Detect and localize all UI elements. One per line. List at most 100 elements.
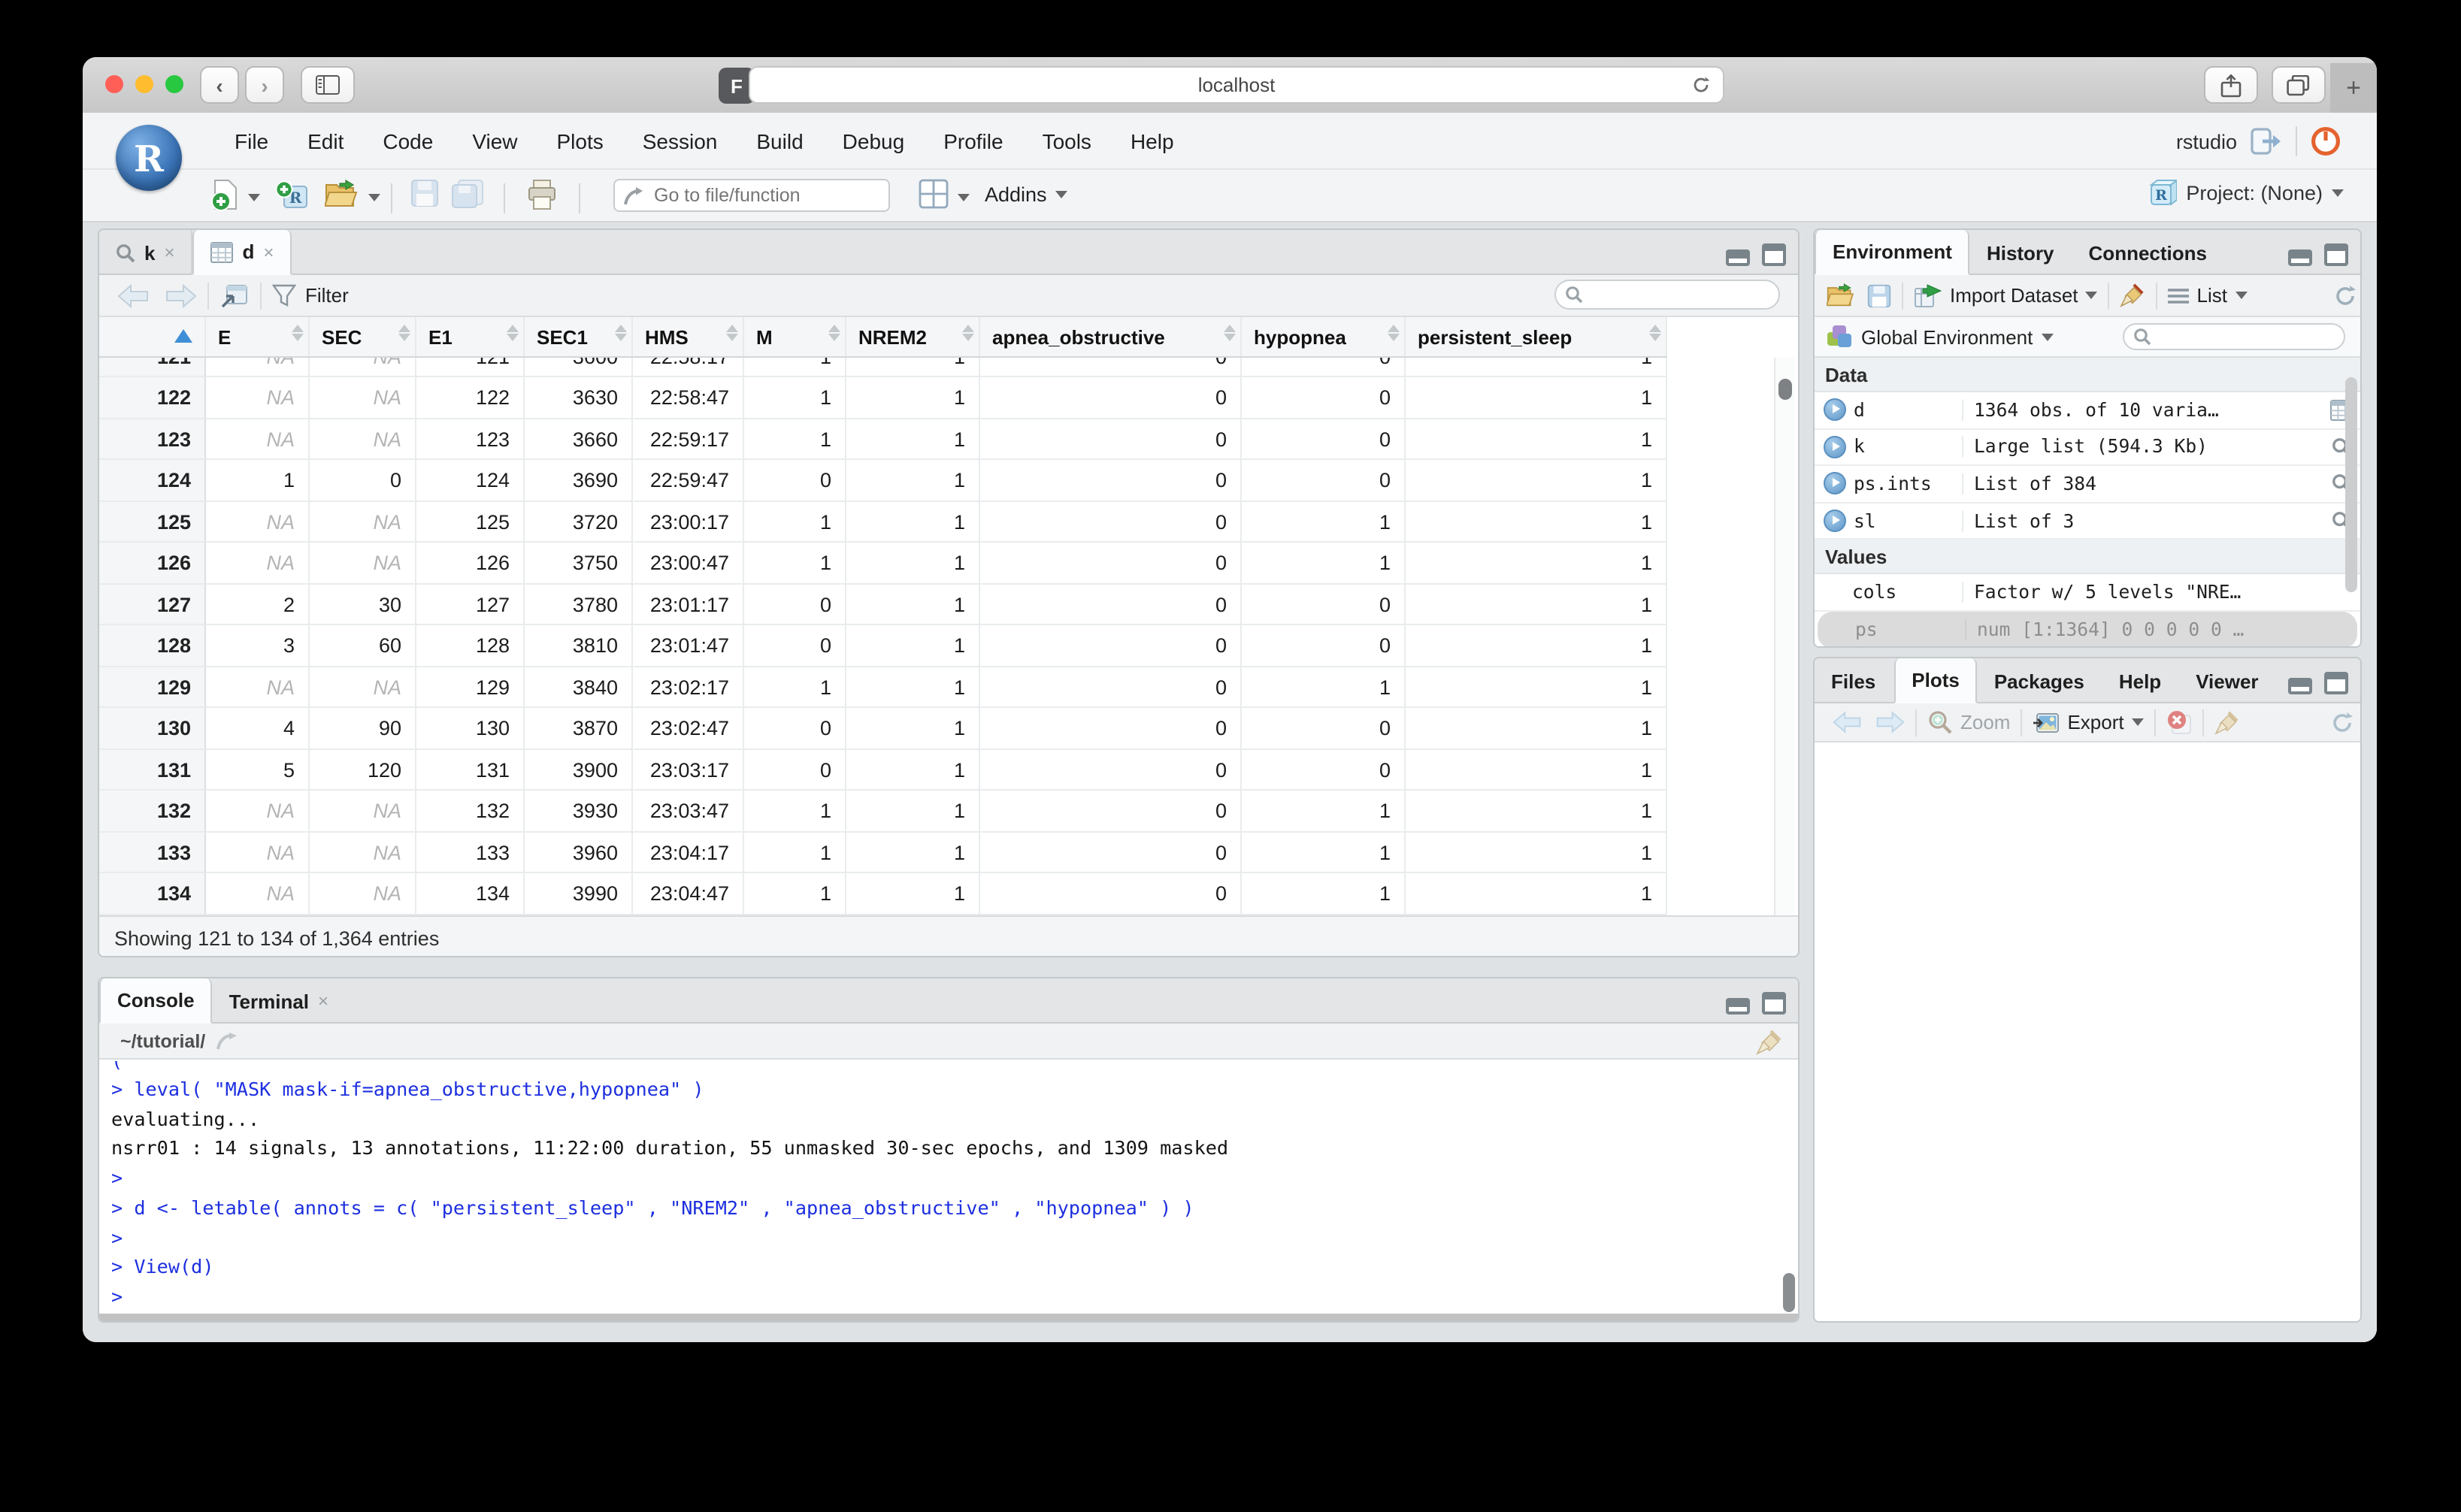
menu-tools[interactable]: Tools [1023, 129, 1111, 153]
column-header-E1[interactable]: E1 [416, 317, 525, 356]
menu-session[interactable]: Session [623, 129, 737, 153]
tab-plots-files[interactable]: Files [1815, 658, 1893, 703]
previous-plot-icon[interactable] [1833, 711, 1863, 733]
browser-forward-button[interactable]: › [245, 66, 284, 104]
save-workspace-icon[interactable] [1867, 283, 1891, 307]
table-row[interactable]: 126NANA126375023:00:4711011 [99, 543, 1798, 584]
sort-toggle-icon[interactable] [962, 325, 974, 341]
goto-file-function-input[interactable] [651, 183, 867, 207]
console-output[interactable]: (> leval( "MASK mask-if=apnea_obstructiv… [99, 1060, 1798, 1314]
open-in-new-window-icon[interactable] [219, 282, 250, 309]
zoom-plot-button[interactable]: Zoom [1960, 711, 2010, 733]
table-row[interactable]: 130490130387023:02:4701001 [99, 708, 1798, 749]
close-window-button[interactable] [105, 75, 123, 93]
tab-plots-packages[interactable]: Packages [1978, 658, 2102, 703]
table-row[interactable]: 132NANA132393023:03:4711011 [99, 791, 1798, 832]
column-header-persistent_sleep[interactable]: persistent_sleep [1406, 317, 1667, 356]
expand-object-icon[interactable] [1824, 436, 1846, 458]
column-header-SEC[interactable]: SEC [310, 317, 416, 356]
tab-viewer-k[interactable]: k× [99, 230, 193, 275]
table-search-box[interactable] [1554, 280, 1780, 310]
environment-scrollbar-thumb[interactable] [2345, 377, 2357, 592]
column-header-E[interactable]: E [206, 317, 310, 356]
column-header-hypopnea[interactable]: hypopnea [1242, 317, 1406, 356]
table-row[interactable]: 123NANA123366022:59:1711001 [99, 419, 1798, 460]
environment-object-cols[interactable]: colsFactor w/ 5 levels "NRE… [1815, 575, 2360, 612]
menu-file[interactable]: File [215, 129, 288, 153]
reload-icon[interactable] [1691, 75, 1711, 99]
sort-toggle-icon[interactable] [1388, 325, 1400, 341]
back-icon[interactable] [117, 283, 150, 307]
sort-toggle-icon[interactable] [1224, 325, 1236, 341]
sign-out-icon[interactable] [2251, 128, 2282, 155]
expand-object-icon[interactable] [1824, 473, 1846, 495]
sidebar-toggle-button[interactable] [301, 66, 355, 104]
menu-edit[interactable]: Edit [288, 129, 363, 153]
table-row[interactable]: 122NANA122363022:58:4711001 [99, 377, 1798, 419]
new-file-dropdown[interactable] [248, 194, 260, 201]
close-tab-icon[interactable]: × [263, 241, 274, 262]
tab-plots-help[interactable]: Help [2102, 658, 2179, 703]
menu-view[interactable]: View [453, 129, 537, 153]
goto-directory-icon[interactable] [216, 1032, 238, 1050]
column-header-NREM2[interactable]: NREM2 [846, 317, 980, 356]
table-row[interactable]: 134NANA134399023:04:4711011 [99, 873, 1798, 915]
tab-plots-plots[interactable]: Plots [1893, 658, 1978, 703]
menu-debug[interactable]: Debug [823, 129, 925, 153]
table-row[interactable]: 1315120131390023:03:1701001 [99, 749, 1798, 791]
forward-icon[interactable] [164, 283, 197, 307]
table-row[interactable]: 12410124369022:59:4701001 [99, 460, 1798, 501]
environment-object-d[interactable]: d1364 obs. of 10 varia… [1815, 392, 2360, 429]
maximize-pane-icon[interactable] [1762, 992, 1786, 1015]
sort-toggle-icon[interactable] [507, 325, 519, 341]
tab-overview-button[interactable] [2272, 66, 2326, 104]
sort-toggle-icon[interactable] [726, 325, 738, 341]
expand-object-icon[interactable] [1824, 399, 1846, 422]
new-project-button[interactable]: R [275, 179, 311, 219]
environment-object-ps[interactable]: psnum [1:1364] 0 0 0 0 0 … [1818, 612, 2357, 648]
open-file-dropdown[interactable] [368, 194, 380, 201]
table-row[interactable]: 121NANA121360022:58:1711001 [99, 358, 1798, 377]
tab-console-terminal[interactable]: Terminal× [213, 978, 347, 1024]
menu-code[interactable]: Code [363, 129, 453, 153]
new-file-button[interactable] [210, 179, 241, 219]
quit-session-icon[interactable] [2311, 126, 2341, 156]
clear-console-icon[interactable] [1756, 1030, 1783, 1055]
table-row[interactable]: 127230127378023:01:1701001 [99, 584, 1798, 625]
tab-viewer-d[interactable]: d× [193, 230, 292, 275]
minimize-pane-icon[interactable] [2288, 678, 2312, 694]
refresh-icon[interactable] [2333, 284, 2357, 308]
table-row[interactable]: 125NANA125372023:00:1711011 [99, 501, 1798, 543]
rownumber-column-header[interactable] [99, 317, 206, 356]
table-row[interactable]: 133NANA133396023:04:1711011 [99, 832, 1798, 873]
menu-help[interactable]: Help [1111, 129, 1194, 153]
new-tab-button[interactable]: + [2330, 63, 2377, 113]
pane-layout-button[interactable] [919, 179, 949, 216]
zoom-window-button[interactable] [165, 75, 183, 93]
addins-button[interactable]: Addins [985, 183, 1068, 206]
export-plot-button[interactable]: Export [2067, 711, 2123, 733]
environment-scope-selector[interactable]: Global Environment [1861, 325, 2033, 348]
minimize-pane-icon[interactable] [1726, 249, 1750, 266]
tab-env-history[interactable]: History [1970, 230, 2072, 275]
environment-object-k[interactable]: kLarge list (594.3 Kb) [1815, 429, 2360, 466]
close-tab-icon[interactable]: × [164, 242, 174, 263]
save-button[interactable] [410, 179, 439, 215]
url-bar[interactable]: localhost [749, 66, 1724, 104]
environment-object-sl[interactable]: slList of 3 [1815, 503, 2360, 540]
menu-profile[interactable]: Profile [924, 129, 1022, 153]
remove-plot-icon[interactable] [2166, 709, 2192, 735]
data-table-body[interactable]: 121NANA121360022:58:1711001122NANA122363… [99, 358, 1798, 915]
share-button[interactable] [2204, 66, 2258, 104]
maximize-pane-icon[interactable] [2324, 243, 2348, 266]
minimize-window-button[interactable] [135, 75, 153, 93]
clear-environment-icon[interactable] [2120, 283, 2146, 308]
tab-plots-viewer[interactable]: Viewer [2179, 658, 2276, 703]
column-header-SEC1[interactable]: SEC1 [525, 317, 633, 356]
console-scrollbar-thumb[interactable] [1783, 1273, 1795, 1312]
open-file-button[interactable] [325, 179, 361, 216]
scrollbar-thumb[interactable] [1778, 379, 1792, 400]
expand-object-icon[interactable] [1824, 510, 1846, 532]
sort-toggle-icon[interactable] [292, 325, 304, 341]
sort-toggle-icon[interactable] [828, 325, 840, 341]
